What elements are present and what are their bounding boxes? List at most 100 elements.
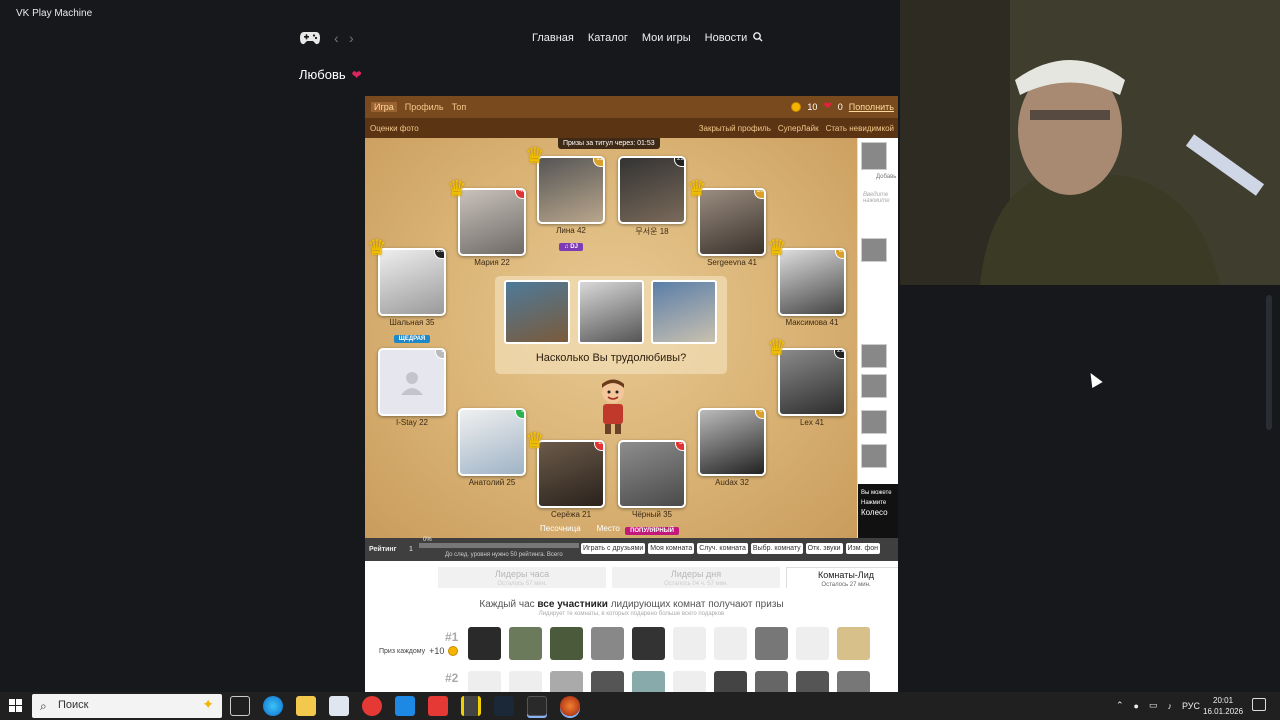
chat-avatar[interactable] [861, 344, 887, 368]
answer-image-3[interactable] [651, 280, 717, 344]
leader-avatar[interactable] [632, 627, 665, 660]
tab-profile[interactable]: Профиль [405, 102, 444, 112]
back-arrow-icon[interactable]: ‹ [334, 30, 339, 46]
leader-avatar[interactable] [837, 671, 870, 692]
file-explorer-icon[interactable] [296, 696, 316, 716]
player-seat[interactable]: 204 Sergeevna 41 [698, 188, 766, 267]
player-seat[interactable]: 9 Анатолий 25 [458, 408, 526, 487]
player-seat[interactable]: 18 Серёжа 21 [537, 440, 605, 519]
player-seat[interactable]: 294 무서운 18 [618, 156, 686, 237]
leader-avatar-empty[interactable] [714, 627, 747, 660]
random-room-button[interactable]: Случ. комната [697, 543, 748, 554]
player-avatar[interactable]: 35 [618, 440, 686, 508]
player-seat[interactable]: 89 Максимова 41 [778, 248, 846, 327]
nav-link-catalog[interactable]: Каталог [588, 32, 628, 44]
task-view-icon[interactable] [230, 696, 250, 716]
forward-arrow-icon[interactable]: › [349, 30, 354, 46]
player-seat[interactable]: 117 Лина 42 ♫ DJ [537, 156, 605, 253]
player-avatar[interactable]: 18 [537, 440, 605, 508]
sandbox-link[interactable]: Песочница [540, 524, 581, 533]
nav-link-home[interactable]: Главная [532, 32, 574, 44]
wheel-promo[interactable]: Вы можете Нажмите Колесо [858, 484, 898, 538]
chat-avatar[interactable] [861, 374, 887, 398]
leader-avatar[interactable] [591, 671, 624, 692]
rate-photo-link[interactable]: Оценки фото [370, 124, 419, 133]
friend-thumbnail[interactable] [861, 142, 887, 170]
player-seat[interactable]: 282 Шальная 35 ЩЕДРАЯ [378, 248, 446, 345]
player-avatar[interactable]: 9 [458, 408, 526, 476]
place-link[interactable]: Место [597, 524, 620, 533]
leader-avatar[interactable] [509, 627, 542, 660]
yandex-browser-icon[interactable] [362, 696, 382, 716]
player-avatar[interactable]: 89 [778, 248, 846, 316]
superlike-link[interactable]: СуперЛайк [778, 124, 819, 133]
topup-link[interactable]: Пополнить [849, 102, 894, 112]
tab-top[interactable]: Топ [452, 102, 467, 112]
edge-browser-icon[interactable] [263, 696, 283, 716]
tab-day-leaders[interactable]: Лидеры дня Осталось 04 ч. 57 мин. [612, 567, 780, 588]
player-seat[interactable]: 43 Мария 22 [458, 188, 526, 267]
player-avatar[interactable]: 282 [378, 248, 446, 316]
leader-avatar-empty[interactable] [468, 671, 501, 692]
player-avatar[interactable]: 204 [698, 188, 766, 256]
outlook-icon[interactable] [395, 696, 415, 716]
player-avatar[interactable]: 43 [458, 188, 526, 256]
player-seat[interactable]: 217 Lex 41 [778, 348, 846, 427]
player-seat[interactable]: 69 Audax 32 [698, 408, 766, 487]
leader-avatar[interactable] [755, 627, 788, 660]
taskbar-search-box[interactable]: ⌕ Поиск ✦ [32, 694, 222, 718]
player-avatar[interactable]: 69 [698, 408, 766, 476]
volume-icon[interactable]: ♪ [1168, 701, 1173, 711]
leader-avatar[interactable] [714, 671, 747, 692]
app-icon[interactable] [461, 696, 481, 716]
player-avatar[interactable]: 294 [618, 156, 686, 224]
play-with-friends-button[interactable]: Играть с друзьями [581, 543, 646, 554]
yandex-icon[interactable] [428, 696, 448, 716]
leader-avatar[interactable] [796, 671, 829, 692]
leader-avatar[interactable] [632, 671, 665, 692]
choose-room-button[interactable]: Выбр. комнату [750, 543, 803, 554]
store-icon[interactable] [329, 696, 349, 716]
windows-start-icon[interactable] [9, 699, 22, 712]
leader-avatar[interactable] [468, 627, 501, 660]
tab-room-leaders[interactable]: Комнаты-Лид Осталось 27 мин. [786, 567, 898, 588]
change-background-button[interactable]: Изм. фон [845, 543, 880, 554]
player-avatar[interactable]: 217 [778, 348, 846, 416]
nav-link-my-games[interactable]: Мои игры [642, 32, 691, 44]
leader-avatar-empty[interactable] [673, 671, 706, 692]
sounds-button[interactable]: Отк. звуки [805, 543, 843, 554]
leader-avatar[interactable] [837, 627, 870, 660]
network-icon[interactable]: ▭ [1149, 700, 1158, 711]
leader-avatar-empty[interactable] [509, 671, 542, 692]
chat-avatar[interactable] [861, 444, 887, 468]
spinner-character-icon[interactable] [593, 378, 633, 436]
vk-play-icon[interactable] [527, 696, 547, 716]
tab-game[interactable]: Игра [371, 102, 397, 112]
chat-avatar[interactable] [861, 238, 887, 262]
steam-icon[interactable] [494, 696, 514, 716]
language-indicator[interactable]: РУС [1182, 701, 1200, 711]
player-avatar[interactable]: 117 [537, 156, 605, 224]
leader-avatar-empty[interactable] [796, 627, 829, 660]
leader-avatar-empty[interactable] [673, 627, 706, 660]
leader-avatar[interactable] [550, 627, 583, 660]
gamepad-logo-icon[interactable] [299, 30, 321, 46]
chat-input-hint[interactable]: Введите нажмите [863, 192, 898, 204]
system-clock[interactable]: 20:01 16.01.2026 [1203, 695, 1243, 717]
search-icon[interactable] [752, 31, 764, 43]
invisible-link[interactable]: Стать невидимкой [826, 124, 894, 133]
obs-icon[interactable] [560, 696, 580, 716]
my-room-button[interactable]: Моя комната [648, 543, 695, 554]
notifications-icon[interactable] [1252, 698, 1266, 711]
player-seat[interactable]: 1 I-Stay 22 [378, 348, 446, 427]
nav-link-news[interactable]: Новости [705, 32, 748, 44]
closed-profile-link[interactable]: Закрытый профиль [699, 124, 771, 133]
leader-avatar[interactable] [591, 627, 624, 660]
answer-image-1[interactable] [504, 280, 570, 344]
microphone-icon[interactable]: ● [1134, 701, 1139, 711]
answer-image-2[interactable] [578, 280, 644, 344]
player-seat[interactable]: 35 Чёрный 35 ПОПУЛЯРНЫЙ [618, 440, 686, 537]
leader-avatar[interactable] [755, 671, 788, 692]
chevron-up-icon[interactable]: ⌃ [1116, 700, 1124, 711]
player-avatar[interactable]: 1 [378, 348, 446, 416]
